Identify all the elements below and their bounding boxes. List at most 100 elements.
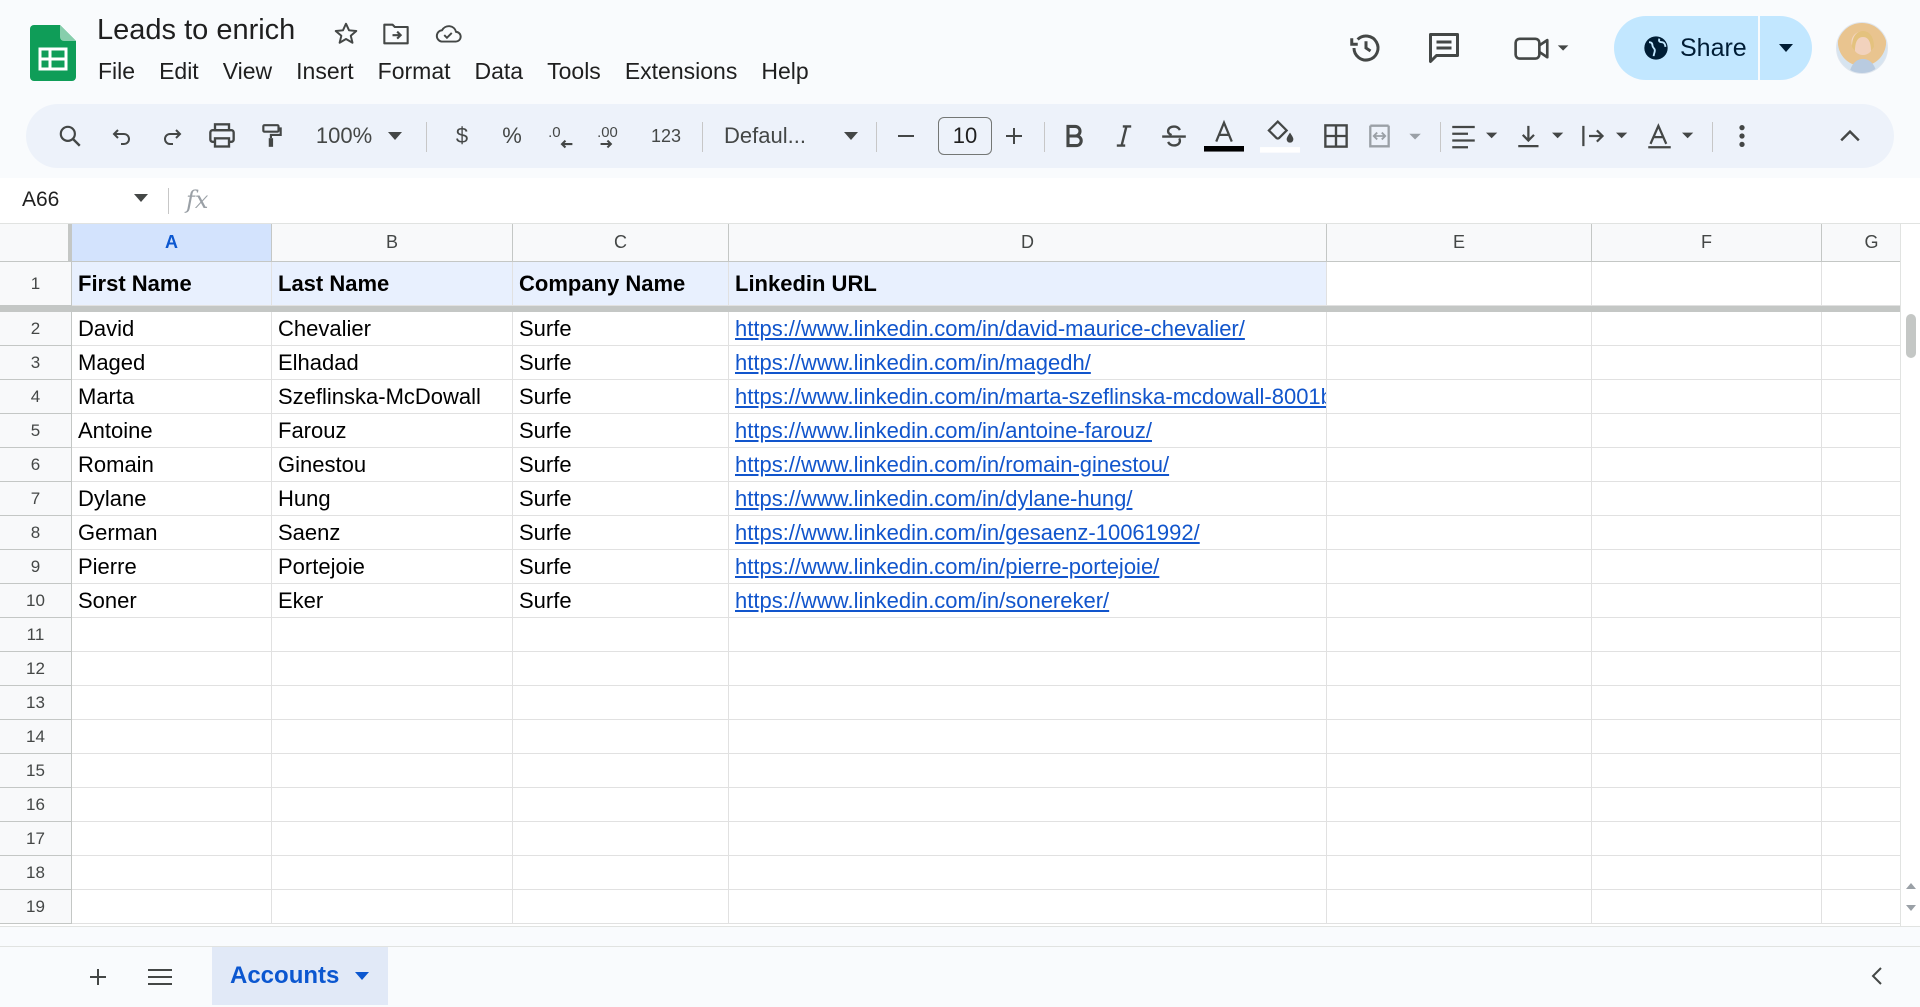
empty-cell[interactable] bbox=[1327, 550, 1592, 584]
table-cell[interactable]: Portejoie bbox=[272, 550, 513, 584]
vertical-scrollbar[interactable] bbox=[1900, 224, 1920, 927]
empty-cell[interactable] bbox=[1327, 584, 1592, 618]
empty-cell[interactable] bbox=[1592, 380, 1822, 414]
text-rotation-icon[interactable] bbox=[1644, 116, 1702, 156]
all-sheets-menu-icon[interactable] bbox=[142, 959, 178, 995]
format-percent-button[interactable]: % bbox=[492, 116, 532, 156]
empty-cell[interactable] bbox=[513, 652, 729, 686]
empty-cell[interactable] bbox=[513, 890, 729, 924]
empty-cell[interactable] bbox=[1592, 686, 1822, 720]
borders-icon[interactable] bbox=[1316, 116, 1356, 156]
table-cell[interactable]: Surfe bbox=[513, 380, 729, 414]
empty-cell[interactable] bbox=[729, 822, 1327, 856]
empty-cell[interactable] bbox=[1592, 550, 1822, 584]
empty-cell[interactable] bbox=[1592, 482, 1822, 516]
linkedin-url-cell[interactable]: https://www.linkedin.com/in/antoine-faro… bbox=[729, 414, 1327, 448]
select-all-corner[interactable] bbox=[0, 224, 72, 262]
header-cell-b1[interactable]: Last Name bbox=[272, 262, 513, 306]
empty-cell[interactable] bbox=[729, 720, 1327, 754]
row-header-14[interactable]: 14 bbox=[0, 720, 72, 754]
table-cell[interactable]: Surfe bbox=[513, 414, 729, 448]
table-cell[interactable]: Ginestou bbox=[272, 448, 513, 482]
fill-color-icon[interactable] bbox=[1258, 116, 1302, 156]
row-header-1[interactable]: 1 bbox=[0, 262, 72, 306]
font-family-select[interactable]: Defaul... bbox=[716, 116, 866, 156]
empty-cell[interactable] bbox=[1327, 890, 1592, 924]
version-history-icon[interactable] bbox=[1346, 28, 1386, 68]
increase-font-size-icon[interactable] bbox=[994, 116, 1034, 156]
empty-cell[interactable] bbox=[513, 856, 729, 890]
table-cell[interactable]: Surfe bbox=[513, 312, 729, 346]
column-header-b[interactable]: B bbox=[272, 224, 513, 262]
linkedin-url-cell[interactable]: https://www.linkedin.com/in/romain-gines… bbox=[729, 448, 1327, 482]
table-cell[interactable]: Farouz bbox=[272, 414, 513, 448]
table-cell[interactable]: Romain bbox=[72, 448, 272, 482]
table-cell[interactable]: Surfe bbox=[513, 448, 729, 482]
empty-cell[interactable] bbox=[729, 788, 1327, 822]
empty-cell[interactable] bbox=[1592, 890, 1822, 924]
empty-cell[interactable] bbox=[1327, 262, 1592, 306]
header-cell-c1[interactable]: Company Name bbox=[513, 262, 729, 306]
menu-view[interactable]: View bbox=[211, 56, 284, 90]
linkedin-url-cell[interactable]: https://www.linkedin.com/in/magedh/ bbox=[729, 346, 1327, 380]
frozen-row-divider[interactable] bbox=[0, 306, 1904, 312]
row-header-5[interactable]: 5 bbox=[0, 414, 72, 448]
hide-menus-chevron-up-icon[interactable] bbox=[1830, 116, 1870, 156]
table-cell[interactable]: Surfe bbox=[513, 516, 729, 550]
table-cell[interactable]: Chevalier bbox=[272, 312, 513, 346]
vertical-scrollbar-thumb[interactable] bbox=[1906, 314, 1916, 358]
menu-help[interactable]: Help bbox=[749, 56, 820, 90]
table-cell[interactable]: Marta bbox=[72, 380, 272, 414]
column-header-d[interactable]: D bbox=[729, 224, 1327, 262]
empty-cell[interactable] bbox=[1592, 652, 1822, 686]
empty-cell[interactable] bbox=[513, 822, 729, 856]
decrease-decimal-icon[interactable]: .0 bbox=[542, 116, 582, 156]
menu-data[interactable]: Data bbox=[463, 56, 536, 90]
empty-cell[interactable] bbox=[1592, 516, 1822, 550]
header-cell-d1[interactable]: Linkedin URL bbox=[729, 262, 1327, 306]
empty-cell[interactable] bbox=[513, 754, 729, 788]
menu-file[interactable]: File bbox=[86, 56, 147, 90]
empty-cell[interactable] bbox=[272, 856, 513, 890]
table-cell[interactable]: Surfe bbox=[513, 584, 729, 618]
row-header-7[interactable]: 7 bbox=[0, 482, 72, 516]
empty-cell[interactable] bbox=[1592, 262, 1822, 306]
redo-icon[interactable] bbox=[152, 116, 192, 156]
empty-cell[interactable] bbox=[272, 822, 513, 856]
empty-cell[interactable] bbox=[1327, 686, 1592, 720]
name-box[interactable]: A66 bbox=[22, 188, 59, 212]
empty-cell[interactable] bbox=[729, 686, 1327, 720]
table-cell[interactable]: Soner bbox=[72, 584, 272, 618]
empty-cell[interactable] bbox=[272, 686, 513, 720]
caret-down-icon[interactable] bbox=[355, 972, 370, 980]
empty-cell[interactable] bbox=[1327, 312, 1592, 346]
undo-icon[interactable] bbox=[102, 116, 142, 156]
row-header-10[interactable]: 10 bbox=[0, 584, 72, 618]
empty-cell[interactable] bbox=[72, 686, 272, 720]
empty-cell[interactable] bbox=[72, 720, 272, 754]
text-wrapping-icon[interactable] bbox=[1578, 116, 1636, 156]
row-header-9[interactable]: 9 bbox=[0, 550, 72, 584]
search-menus-icon[interactable] bbox=[50, 116, 90, 156]
more-options-icon[interactable] bbox=[1722, 116, 1762, 156]
paint-format-icon[interactable] bbox=[252, 116, 292, 156]
column-header-e[interactable]: E bbox=[1327, 224, 1592, 262]
linkedin-url-cell[interactable]: https://www.linkedin.com/in/david-mauric… bbox=[729, 312, 1327, 346]
table-cell[interactable]: German bbox=[72, 516, 272, 550]
table-cell[interactable]: Pierre bbox=[72, 550, 272, 584]
comments-icon[interactable] bbox=[1424, 28, 1464, 68]
empty-cell[interactable] bbox=[1327, 856, 1592, 890]
row-header-15[interactable]: 15 bbox=[0, 754, 72, 788]
empty-cell[interactable] bbox=[1592, 346, 1822, 380]
empty-cell[interactable] bbox=[1327, 788, 1592, 822]
merge-cells-icon[interactable] bbox=[1364, 116, 1434, 156]
empty-cell[interactable] bbox=[1592, 754, 1822, 788]
table-cell[interactable]: Eker bbox=[272, 584, 513, 618]
add-sheet-icon[interactable] bbox=[80, 959, 116, 995]
menu-format[interactable]: Format bbox=[366, 56, 463, 90]
strikethrough-icon[interactable] bbox=[1154, 116, 1194, 156]
chevron-left-icon[interactable] bbox=[1862, 961, 1892, 991]
table-cell[interactable]: Antoine bbox=[72, 414, 272, 448]
share-button[interactable]: Share bbox=[1614, 16, 1758, 80]
empty-cell[interactable] bbox=[1327, 448, 1592, 482]
